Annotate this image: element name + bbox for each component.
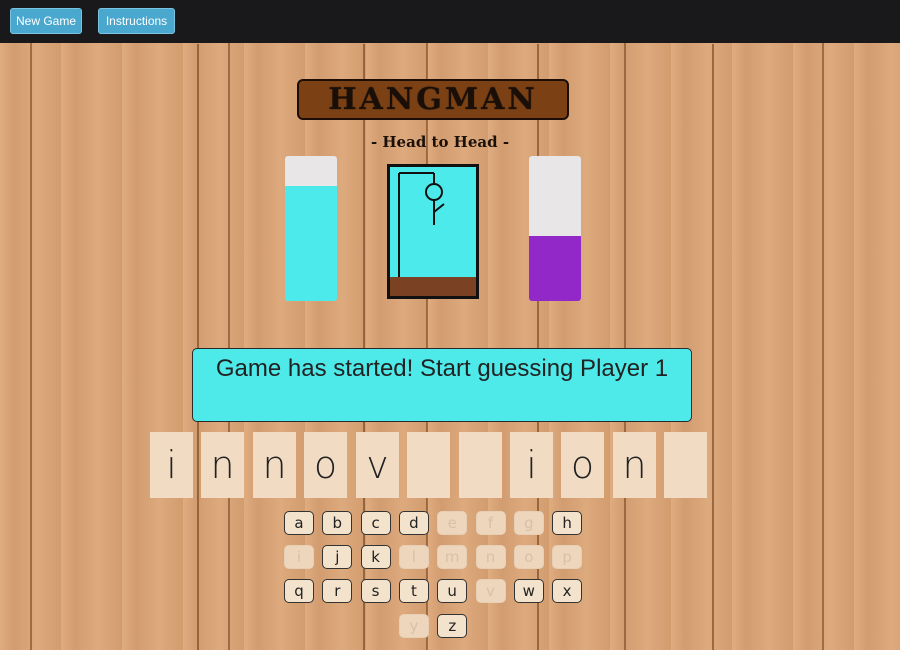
status-message: Game has started! Start guessing Player … xyxy=(192,348,692,422)
title-plate: HANGMAN xyxy=(297,79,569,120)
key-b[interactable]: b xyxy=(322,511,353,535)
hangman-head xyxy=(425,183,443,201)
key-c[interactable]: c xyxy=(360,511,391,535)
instructions-button[interactable]: Instructions xyxy=(98,8,175,34)
key-n: n xyxy=(475,545,506,569)
word-letter-tile: i xyxy=(150,432,193,498)
key-e: e xyxy=(437,511,468,535)
key-r[interactable]: r xyxy=(322,579,353,603)
key-p: p xyxy=(552,545,583,569)
word-letter-tile: o xyxy=(304,432,347,498)
word-letter-tile: v xyxy=(356,432,399,498)
gallows-panel xyxy=(387,164,479,299)
game-subtitle: - Head to Head - xyxy=(370,133,510,151)
word-letter-tile xyxy=(407,432,450,498)
key-h[interactable]: h xyxy=(552,511,583,535)
word-letter-tile: n xyxy=(253,432,296,498)
key-w[interactable]: w xyxy=(513,579,544,603)
key-o: o xyxy=(513,545,544,569)
plank-seam xyxy=(197,44,199,650)
word-letter-tile xyxy=(459,432,502,498)
key-v: v xyxy=(475,579,506,603)
key-t[interactable]: t xyxy=(398,579,429,603)
key-a[interactable]: a xyxy=(284,511,314,535)
key-f: f xyxy=(475,511,506,535)
word-display: innovion xyxy=(150,432,710,498)
player1-progress-bar xyxy=(285,156,337,301)
key-l: l xyxy=(398,545,429,569)
hangman-drawing xyxy=(390,172,476,296)
key-d[interactable]: d xyxy=(398,511,429,535)
word-letter-tile: o xyxy=(561,432,604,498)
key-m: m xyxy=(437,545,468,569)
player1-progress-fill xyxy=(285,186,337,301)
word-letter-tile: n xyxy=(201,432,244,498)
key-q[interactable]: q xyxy=(284,579,314,603)
key-s[interactable]: s xyxy=(360,579,391,603)
game-title: HANGMAN xyxy=(328,82,538,117)
gallows-ground xyxy=(390,277,476,296)
player2-progress-bar xyxy=(529,156,581,301)
new-game-button[interactable]: New Game xyxy=(10,8,82,34)
word-letter-tile xyxy=(664,432,707,498)
key-u[interactable]: u xyxy=(437,579,468,603)
word-letter-tile: n xyxy=(613,432,656,498)
key-x[interactable]: x xyxy=(552,579,583,603)
key-k[interactable]: k xyxy=(360,545,391,569)
key-i: i xyxy=(284,545,314,569)
key-g: g xyxy=(513,511,544,535)
word-letter-tile: i xyxy=(510,432,553,498)
key-y: y xyxy=(399,614,429,638)
hangman-arm xyxy=(433,203,445,213)
key-z[interactable]: z xyxy=(437,614,468,638)
plank-seam xyxy=(712,44,714,650)
top-navbar: New Game Instructions xyxy=(0,0,900,43)
key-j[interactable]: j xyxy=(322,545,353,569)
player2-progress-fill xyxy=(529,235,581,301)
